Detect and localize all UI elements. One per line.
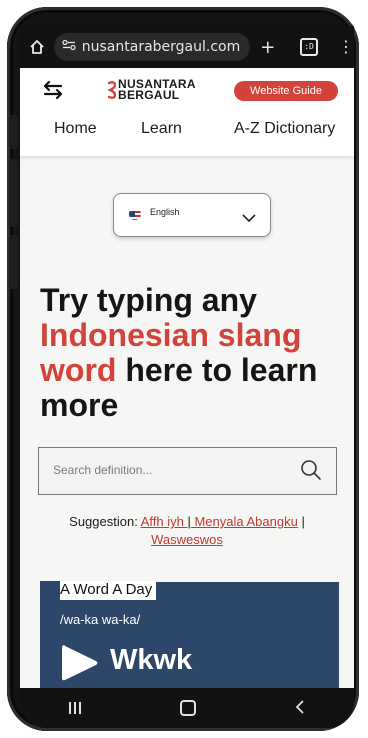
browser-menu-icon[interactable]: ⋮ bbox=[338, 39, 354, 55]
volume-up-button bbox=[9, 115, 18, 149]
volume-down-button bbox=[9, 159, 18, 227]
address-field[interactable]: nusantarabergaul.com bbox=[53, 33, 251, 61]
suggestion-separator: | bbox=[301, 514, 305, 529]
chevron-down-icon bbox=[242, 208, 256, 227]
system-nav-bar bbox=[20, 688, 354, 728]
suggestion-link[interactable]: Menyala Abangku bbox=[191, 514, 297, 529]
new-tab-icon[interactable]: + bbox=[260, 37, 282, 58]
hero-headline: Try typing any Indonesian slang word her… bbox=[40, 283, 340, 423]
hero-line1: Try typing any bbox=[40, 282, 257, 318]
suggestion-link[interactable]: Wasweswos bbox=[151, 532, 223, 547]
suggestions: Suggestion: Affh iyh | Menyala Abangku |… bbox=[20, 513, 354, 549]
recent-apps-icon[interactable] bbox=[69, 702, 82, 714]
screen: nusantarabergaul.com + :D ⋮ NUSANTARA BE… bbox=[20, 26, 354, 692]
main-nav: Home Learn A-Z Dictionary bbox=[20, 120, 354, 142]
logo-mark-icon bbox=[108, 81, 116, 99]
home-icon[interactable] bbox=[20, 39, 54, 55]
search-input[interactable]: Search definition... bbox=[53, 463, 152, 477]
search-box[interactable]: Search definition... bbox=[38, 447, 337, 495]
swap-arrows-icon[interactable] bbox=[42, 80, 64, 104]
play-icon[interactable] bbox=[60, 643, 100, 687]
url-text: nusantarabergaul.com bbox=[81, 39, 241, 55]
logo-line2: BERGAUL bbox=[118, 88, 180, 102]
nav-learn[interactable]: Learn bbox=[141, 120, 182, 138]
site-settings-icon[interactable] bbox=[62, 39, 76, 55]
tab-switcher-button[interactable]: :D bbox=[300, 38, 318, 56]
site-header: NUSANTARA BERGAUL Website Guide Home Lea… bbox=[20, 68, 354, 156]
home-button-icon[interactable] bbox=[179, 700, 196, 716]
power-button bbox=[9, 235, 18, 289]
nav-az-dictionary[interactable]: A-Z Dictionary bbox=[234, 120, 335, 138]
language-label: English bbox=[150, 207, 180, 217]
language-select[interactable]: English bbox=[113, 193, 271, 237]
search-icon[interactable] bbox=[300, 459, 322, 485]
word-of-the-day: Wkwk bbox=[110, 644, 193, 676]
us-flag-icon bbox=[129, 208, 141, 220]
suggestion-link[interactable]: Affh iyh bbox=[141, 514, 188, 529]
nav-home[interactable]: Home bbox=[54, 120, 97, 138]
back-icon[interactable] bbox=[295, 699, 305, 718]
suggestion-label: Suggestion: bbox=[69, 514, 141, 529]
word-pronunciation: /wa-ka wa-ka/ bbox=[60, 612, 141, 627]
browser-url-bar: nusantarabergaul.com + :D ⋮ bbox=[20, 26, 354, 68]
word-of-the-day-card[interactable]: A Word A Day /wa-ka wa-ka/ Wkwk bbox=[40, 581, 339, 692]
website-guide-button[interactable]: Website Guide bbox=[234, 81, 338, 101]
site-logo[interactable]: NUSANTARA BERGAUL bbox=[108, 78, 196, 102]
word-of-the-day-tag: A Word A Day bbox=[40, 581, 157, 600]
